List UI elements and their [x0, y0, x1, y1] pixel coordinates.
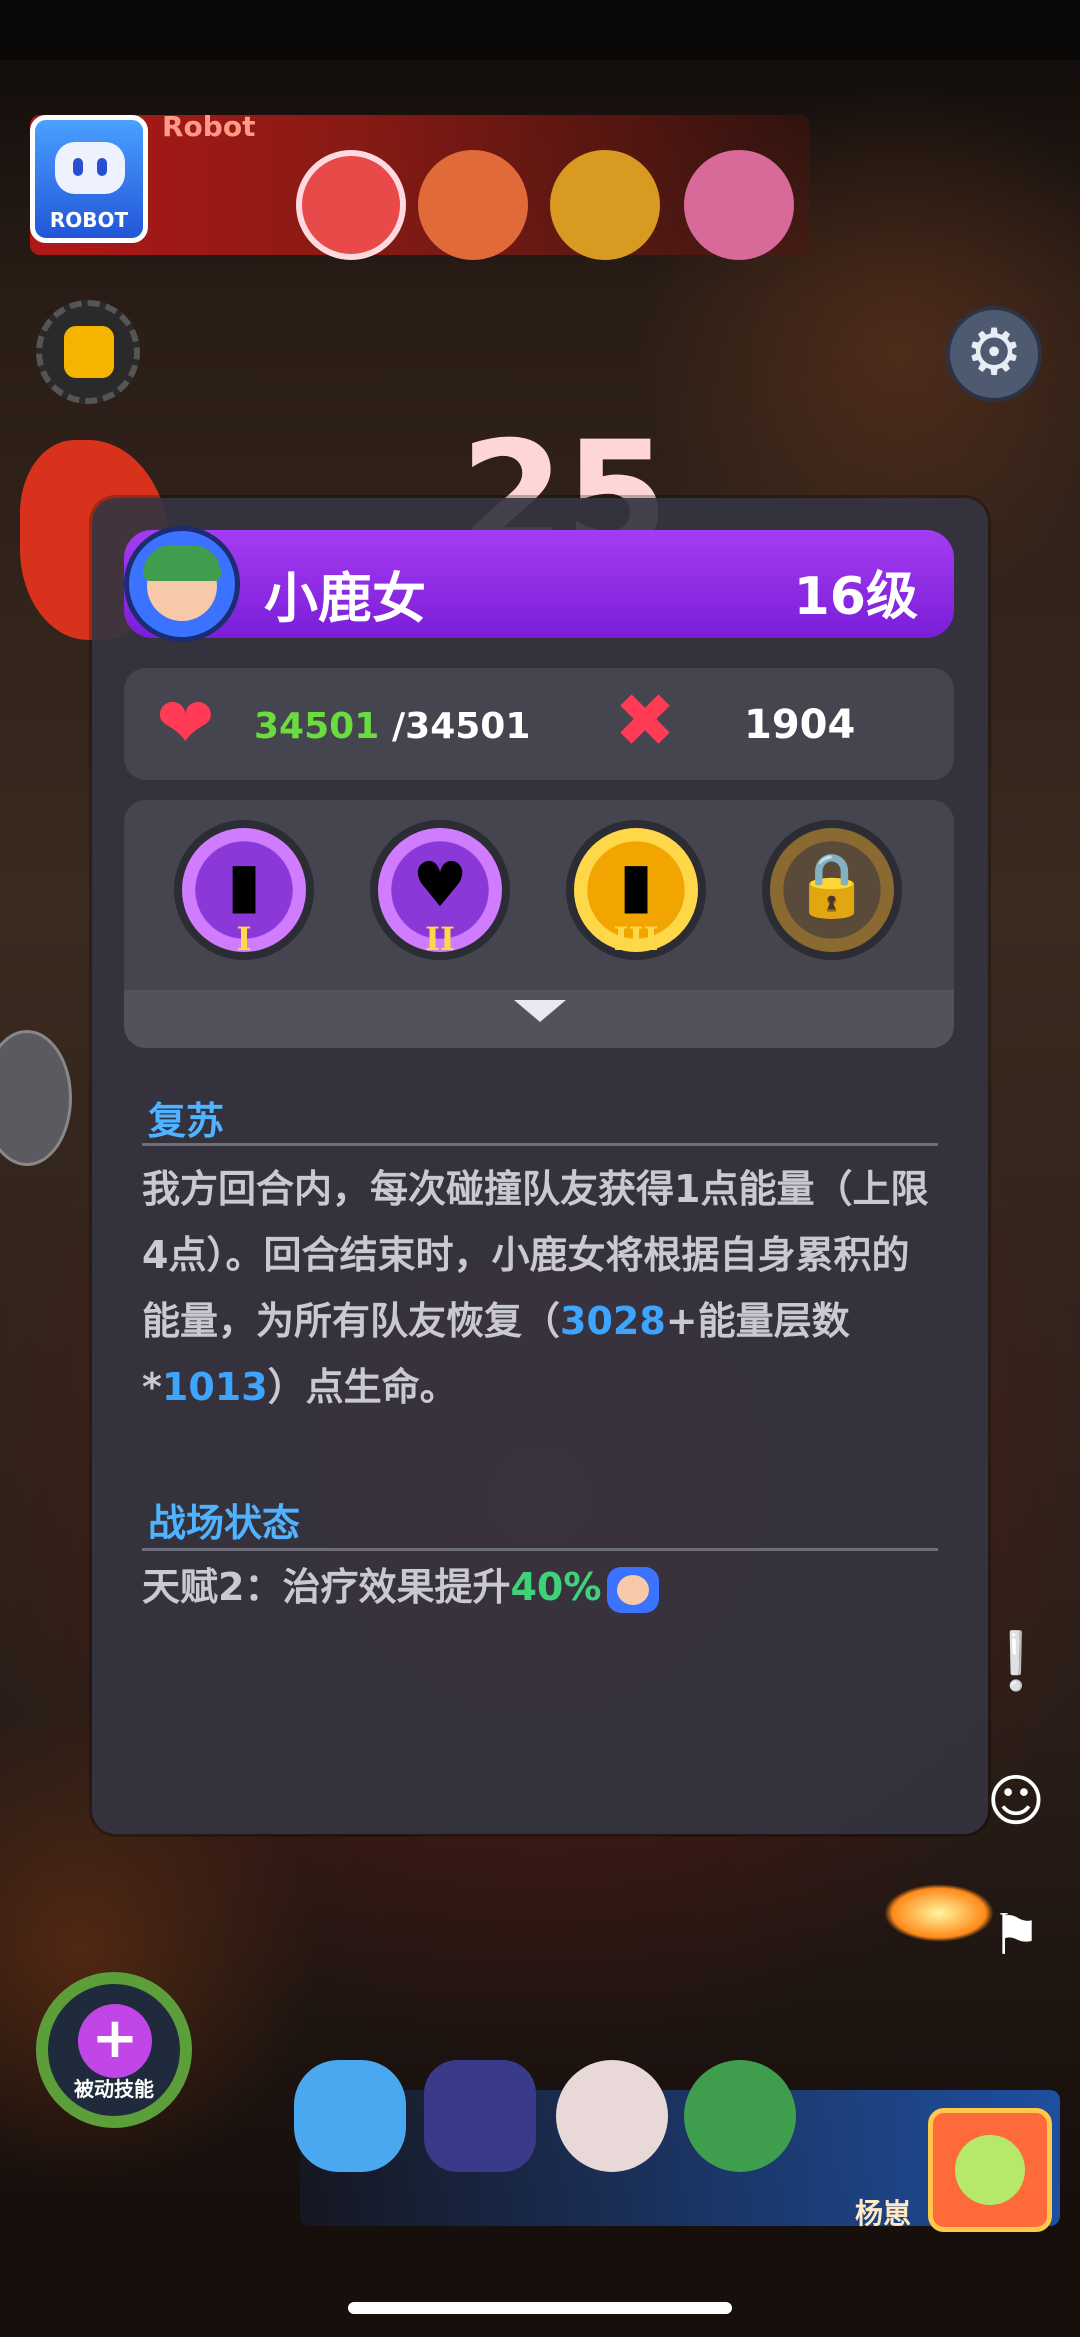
ally-hero-slime-icon[interactable]: [294, 2060, 406, 2172]
hero-stats: ❤ 34501 /34501 ✖ 1904: [124, 668, 954, 780]
home-indicator[interactable]: [348, 2302, 732, 2314]
battery-up-icon: ▮: [618, 848, 654, 921]
passive-skill-button[interactable]: + 被动技能: [36, 1972, 192, 2128]
opponent-avatar[interactable]: ROBOT: [30, 115, 148, 243]
enemy-hero-miner-icon[interactable]: [296, 150, 406, 260]
hero-level: 16级: [793, 567, 918, 627]
fire-effect-icon: [884, 1884, 994, 1942]
talent-4-locked[interactable]: 🔒: [762, 820, 902, 960]
expand-button[interactable]: [124, 990, 954, 1048]
section-title-revive: 复苏: [148, 1099, 225, 1143]
self-name: 杨崽: [855, 2197, 912, 2230]
hp-max: /34501: [392, 706, 531, 747]
hero-portrait-icon: [124, 526, 240, 642]
section-title-battlefield: 战场状态: [148, 1501, 301, 1545]
talent-roman: III: [613, 920, 659, 958]
passive-skill-label: 被动技能: [74, 2077, 154, 2101]
talent-2[interactable]: ♥ II: [370, 820, 510, 960]
hero-name: 小鹿女: [264, 567, 426, 630]
report-icon[interactable]: ❕: [980, 1626, 1052, 1698]
status-bar: [0, 0, 1080, 60]
talent-3[interactable]: ▮ III: [566, 820, 706, 960]
enemy-hero-flame-icon[interactable]: [550, 150, 660, 260]
enemy-hero-cat-icon[interactable]: [684, 150, 794, 260]
ally-hero-deer-girl-icon[interactable]: [684, 2060, 796, 2172]
emote-icon[interactable]: ☺: [980, 1766, 1052, 1838]
ally-hero-elder-icon[interactable]: [556, 2060, 668, 2172]
lock-icon: 🔒: [793, 848, 871, 921]
skill-description: 我方回合内，每次碰撞队友获得1点能量（上限4点）。回合结束时，小鹿女将根据自身累…: [142, 1167, 929, 1409]
talent-roman: II: [425, 920, 455, 958]
heart-icon: ♥: [412, 848, 468, 921]
battlefield-status: 天赋2：治疗效果提升40%: [142, 1556, 660, 1613]
talent-1[interactable]: ▮ I: [174, 820, 314, 960]
opponent-name: Robot: [162, 110, 256, 143]
gear-icon[interactable]: ⚙: [946, 306, 1042, 402]
enemy-hero-fox-icon[interactable]: [418, 150, 528, 260]
hero-detail-panel: 小鹿女 16级 ❤ 34501 /34501 ✖ 1904 ▮ I ♥ II ▮…: [92, 498, 988, 1834]
divider: [142, 1143, 938, 1146]
crossed-swords-icon: ✖: [614, 678, 677, 764]
ally-hero-knight-icon[interactable]: [424, 2060, 536, 2172]
self-avatar[interactable]: [928, 2108, 1052, 2232]
heart-icon: ❤: [156, 682, 215, 764]
hero-mini-icon: [607, 1566, 660, 1613]
attack-value: 1904: [744, 702, 856, 748]
battery-up-icon: ▮: [226, 848, 262, 921]
talent-roman: I: [236, 920, 252, 958]
coin-badge-icon[interactable]: [36, 300, 140, 404]
chevron-down-icon: [514, 1000, 566, 1022]
surrender-flag-icon[interactable]: ⚑: [980, 1900, 1052, 1972]
hp-current: 34501: [254, 706, 380, 747]
plus-icon: +: [78, 2004, 152, 2078]
divider: [142, 1548, 938, 1551]
talent-row: ▮ I ♥ II ▮ III 🔒: [124, 800, 954, 1048]
hero-name-bar: 小鹿女 16级: [124, 526, 954, 642]
robot-face-icon: [55, 142, 125, 194]
avatar-label: ROBOT: [49, 208, 129, 232]
